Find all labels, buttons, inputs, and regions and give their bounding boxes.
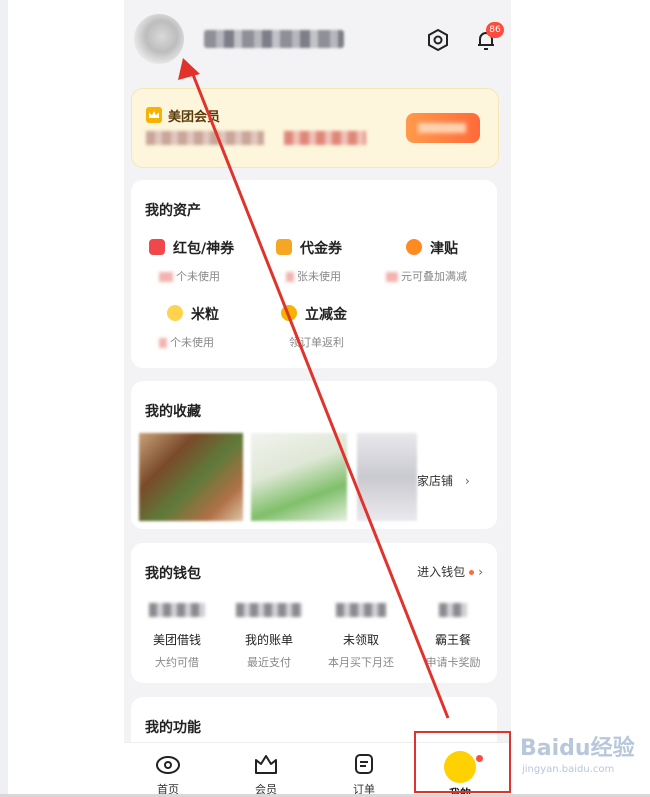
watermark-url: jingyan.baidu.com — [522, 764, 615, 775]
annotation-arrow-icon — [178, 58, 450, 719]
watermark-brand: Baidu经验 — [520, 736, 635, 761]
